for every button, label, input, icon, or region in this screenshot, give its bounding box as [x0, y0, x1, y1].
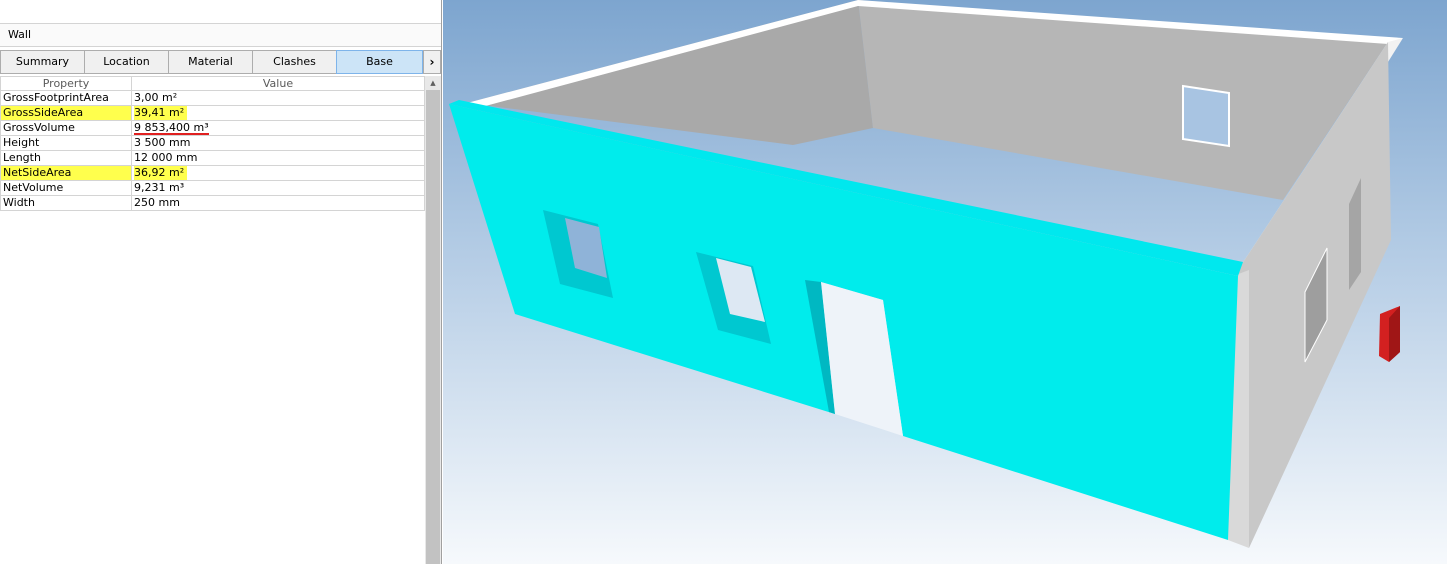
column-header-property[interactable]: Property: [0, 76, 132, 91]
property-value: 39,41 m²: [131, 105, 425, 121]
scrollbar-thumb[interactable]: [426, 90, 440, 564]
property-name: GrossFootprintArea: [0, 90, 132, 106]
scroll-up-icon[interactable]: ▲: [425, 76, 441, 90]
property-value: 3 500 mm: [131, 135, 425, 151]
column-header-value[interactable]: Value: [131, 76, 425, 91]
table-row[interactable]: GrossFootprintArea 3,00 m²: [0, 90, 425, 106]
table-row[interactable]: NetVolume 9,231 m³: [0, 180, 425, 196]
property-value: 3,00 m²: [131, 90, 425, 106]
back-window: [1182, 84, 1230, 148]
property-name: NetVolume: [0, 180, 132, 196]
properties-panel: Wall Summary Location Material Clashes B…: [0, 0, 442, 564]
tab-clashes[interactable]: Clashes: [252, 50, 337, 74]
tab-material[interactable]: Material: [168, 50, 253, 74]
property-value: 36,92 m²: [131, 165, 425, 181]
vertical-scrollbar[interactable]: ▲: [425, 76, 441, 564]
table-row[interactable]: GrossSideArea 39,41 m²: [0, 105, 425, 121]
property-value: 12 000 mm: [131, 150, 425, 166]
highlighted-value: 39,41 m²: [134, 106, 188, 120]
table-row[interactable]: GrossVolume 9 853,400 m³: [0, 120, 425, 136]
tab-bar: Summary Location Material Clashes Base q…: [0, 50, 441, 90]
panel-top-strip: [0, 0, 441, 22]
property-name: Length: [0, 150, 132, 166]
element-type-title: Wall: [8, 28, 32, 41]
panel-title-bar: Wall: [0, 23, 441, 47]
property-name: Width: [0, 195, 132, 211]
property-name: Height: [0, 135, 132, 151]
underlined-value: 9 853,400 m³: [134, 121, 209, 135]
tab-base-quantities[interactable]: Base quantities: [336, 50, 423, 90]
chevron-right-icon[interactable]: ›: [423, 50, 441, 74]
table-row[interactable]: Width 250 mm: [0, 195, 425, 211]
table-row[interactable]: Length 12 000 mm: [0, 150, 425, 166]
property-value: 9 853,400 m³: [131, 120, 425, 136]
tab-location[interactable]: Location: [84, 50, 169, 74]
3d-viewport[interactable]: [443, 0, 1447, 564]
property-name: GrossVolume: [0, 120, 132, 136]
table-row[interactable]: Height 3 500 mm: [0, 135, 425, 151]
highlighted-value: 36,92 m²: [134, 166, 188, 180]
tab-summary[interactable]: Summary: [0, 50, 85, 74]
property-value: 250 mm: [131, 195, 425, 211]
property-name: GrossSideArea: [0, 105, 132, 121]
property-name: NetSideArea: [0, 165, 132, 181]
property-value: 9,231 m³: [131, 180, 425, 196]
table-row[interactable]: NetSideArea 36,92 m²: [0, 165, 425, 181]
properties-grid: Property Value GrossFootprintArea 3,00 m…: [0, 76, 425, 211]
